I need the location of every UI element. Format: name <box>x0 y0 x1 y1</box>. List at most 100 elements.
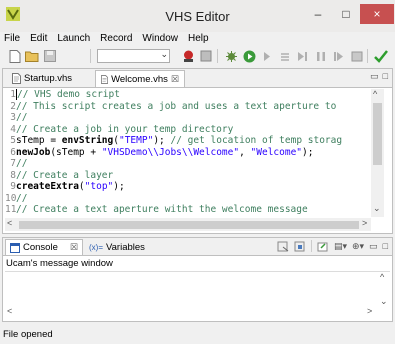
maximize-view-icon[interactable]: □ <box>383 241 388 251</box>
variables-icon: (x)= <box>89 242 103 252</box>
line-number: 7 <box>10 158 16 169</box>
pin-console-icon[interactable] <box>317 241 329 252</box>
code-token: // <box>16 158 28 169</box>
close-tab-icon[interactable]: ☒ <box>171 74 179 85</box>
code-line[interactable]: 11// Create a text aperture witht the we… <box>5 204 369 216</box>
scroll-thumb[interactable] <box>373 103 382 165</box>
line-number: 6 <box>10 146 16 158</box>
terminate-icon[interactable] <box>350 49 364 63</box>
scroll-down-icon[interactable]: ⌄ <box>373 203 381 214</box>
code-token: (sTemp + <box>50 146 102 158</box>
scroll-up-icon[interactable]: ^ <box>380 272 384 282</box>
scroll-left-icon[interactable]: < <box>7 306 12 316</box>
console-tab-bar: Console ☒ (x)= Variables ▤▾ ⊕▾ ▭ □ <box>3 238 392 256</box>
code-line[interactable]: 2// This script creates a job and uses a… <box>5 101 369 113</box>
toolbar: ⌄ <box>0 46 395 66</box>
run-icon[interactable] <box>242 49 256 63</box>
menu-edit[interactable]: Edit <box>26 32 53 46</box>
display-console-icon[interactable]: ▤▾ <box>334 241 347 252</box>
clear-console-icon[interactable] <box>277 241 289 252</box>
scroll-lock-icon[interactable] <box>294 241 306 252</box>
scroll-up-icon[interactable]: ^ <box>373 89 377 99</box>
vertical-scrollbar[interactable]: ^ ⌄ <box>371 89 384 217</box>
horizontal-scrollbar[interactable]: < > <box>5 218 371 231</box>
code-token: createExtra <box>16 181 79 192</box>
editor-tab-bar: Startup.vhs Welcome.vhs ☒ ▭ □ <box>3 69 392 88</box>
code-line[interactable]: 6 newJob (sTemp + "VHSDemo\\Jobs\\Welcome"… <box>5 147 369 159</box>
title-bar: VHS Editor – □ × <box>0 0 395 33</box>
scroll-right-icon[interactable]: > <box>367 306 372 316</box>
step-forward-icon[interactable] <box>296 49 310 63</box>
code-token: sTemp = <box>16 135 62 146</box>
minimize-view-icon[interactable]: ▭ <box>370 71 379 82</box>
close-button[interactable]: × <box>360 4 394 24</box>
code-token: ); <box>153 135 171 146</box>
toolbar-separator <box>310 240 312 252</box>
code-token: ); <box>302 146 314 158</box>
tab-console[interactable]: Console ☒ <box>5 239 83 255</box>
tab-variables[interactable]: (x)= Variables <box>85 239 145 255</box>
code-line[interactable]: 9 createExtra("top"); <box>5 181 369 193</box>
chevron-down-icon: ⌄ <box>160 49 168 59</box>
maximize-view-icon[interactable]: □ <box>383 71 388 82</box>
toolbar-combo[interactable]: ⌄ <box>97 49 170 63</box>
stop-record-icon[interactable] <box>199 49 213 63</box>
code-line[interactable]: 3// <box>5 112 369 124</box>
new-file-icon[interactable] <box>8 49 22 63</box>
checkmark-icon[interactable] <box>374 49 388 63</box>
step-over-icon[interactable] <box>278 49 292 63</box>
save-icon[interactable] <box>43 49 57 63</box>
code-token: // This script creates a job and uses a … <box>16 100 337 112</box>
line-number: 9 <box>10 181 16 192</box>
pause-icon[interactable] <box>314 49 328 63</box>
code-line[interactable]: 1// VHS demo script <box>5 89 369 101</box>
code-token: // Create a layer <box>16 169 114 181</box>
code-line[interactable]: 5 sTemp = envString("TEMP"); // get locat… <box>5 135 369 147</box>
maximize-button[interactable]: □ <box>332 4 360 24</box>
tab-label: Variables <box>106 241 145 253</box>
code-token: // <box>16 192 28 204</box>
step-back-icon[interactable] <box>332 49 346 63</box>
code-token: newJob <box>16 146 51 158</box>
scroll-thumb[interactable] <box>19 221 359 229</box>
tab-label: Welcome.vhs <box>111 73 168 85</box>
line-number: 5 <box>10 135 16 146</box>
tab-startup[interactable]: Startup.vhs <box>7 70 93 87</box>
code-line[interactable]: 10// <box>5 193 369 205</box>
console-panel: Console ☒ (x)= Variables ▤▾ ⊕▾ ▭ □ Ucam'… <box>2 237 393 322</box>
record-icon[interactable] <box>181 49 195 63</box>
menu-help[interactable]: Help <box>184 32 215 46</box>
debug-icon[interactable] <box>224 49 238 63</box>
minimize-view-icon[interactable]: ▭ <box>369 241 378 252</box>
open-folder-icon[interactable] <box>25 49 39 63</box>
open-console-icon[interactable]: ⊕▾ <box>352 241 364 252</box>
vertical-scrollbar[interactable]: ^ ⌄ <box>378 272 390 320</box>
tab-welcome[interactable]: Welcome.vhs ☒ <box>95 70 185 87</box>
scroll-left-icon[interactable]: < <box>7 218 12 228</box>
play-icon[interactable] <box>260 49 274 63</box>
code-token: ); <box>113 181 125 192</box>
line-number: 1 <box>10 89 16 100</box>
console-title: Ucam's message window <box>6 258 113 269</box>
menu-record[interactable]: Record <box>96 32 138 46</box>
code-line[interactable]: 7// <box>5 158 369 170</box>
code-token: "VHSDemo\\Jobs\\Welcome" <box>101 146 240 158</box>
code-token: // VHS demo script <box>17 89 120 100</box>
close-tab-icon[interactable]: ☒ <box>70 242 78 253</box>
toolbar-separator <box>90 49 91 63</box>
code-editor[interactable]: 1// VHS demo script 2// This script creat… <box>5 89 369 217</box>
menu-file[interactable]: File <box>0 32 26 46</box>
code-token: , <box>239 146 251 158</box>
toolbar-separator <box>217 49 218 63</box>
code-token: // <box>16 112 28 123</box>
tab-label: Console <box>23 242 58 253</box>
console-output[interactable]: ^ ⌄ < > <box>5 271 390 320</box>
scroll-right-icon[interactable]: > <box>362 218 367 228</box>
file-icon <box>12 73 21 84</box>
minimize-button[interactable]: – <box>304 4 332 24</box>
scroll-down-icon[interactable]: ⌄ <box>380 296 388 307</box>
menu-launch[interactable]: Launch <box>53 32 96 46</box>
menu-window[interactable]: Window <box>138 32 184 46</box>
code-line[interactable]: 4// Create a job in your temp directory <box>5 124 369 136</box>
code-line[interactable]: 8// Create a layer <box>5 170 369 182</box>
